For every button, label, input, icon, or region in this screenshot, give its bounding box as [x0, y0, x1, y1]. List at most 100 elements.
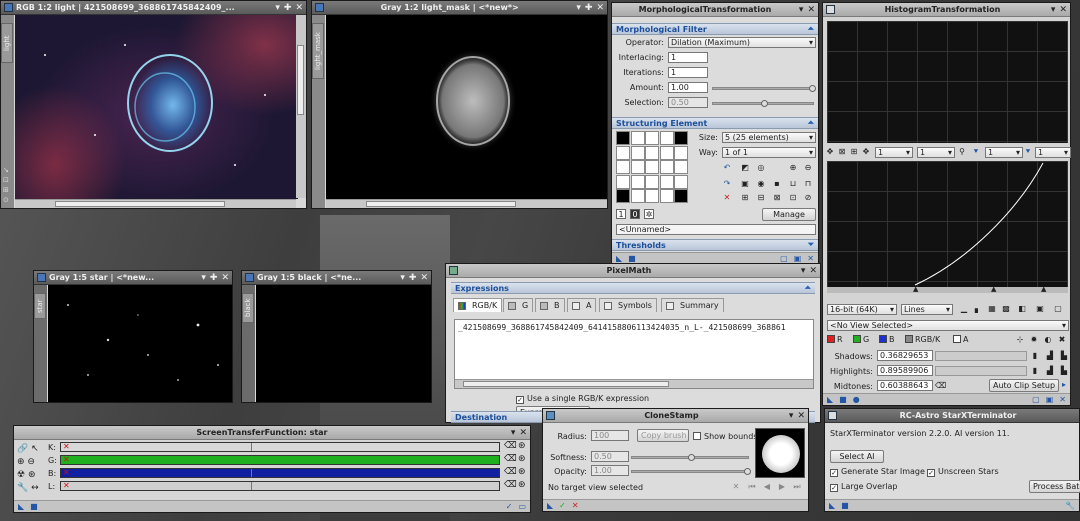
show-bounds-checkbox[interactable]: Show bounds	[693, 432, 758, 441]
shadows-clip-icon[interactable]: ▮	[1030, 351, 1040, 361]
set-icon[interactable]: ▣	[740, 179, 750, 189]
gradient-icon[interactable]: ◧	[1017, 304, 1027, 314]
zoom-out-icon[interactable]: ⊖	[27, 457, 35, 467]
structuring-cell[interactable]	[645, 189, 660, 204]
execute-icon[interactable]: ✓	[559, 501, 566, 510]
rotate-icon[interactable]: ⊓	[803, 179, 813, 189]
stf-auto-icon[interactable]: ⊛	[518, 467, 526, 477]
preview-icon[interactable]: ▢	[1032, 395, 1040, 404]
midtones-handle[interactable]: ▲	[991, 285, 996, 293]
midtone-marker[interactable]	[251, 469, 252, 477]
pointer-icon[interactable]: ↖	[31, 444, 39, 454]
point-icon[interactable]: ◉	[756, 179, 766, 189]
stf-channel-bar[interactable]: ✕	[60, 455, 500, 465]
structuring-cell[interactable]	[630, 145, 645, 160]
reset-channel-icon[interactable]: ✕	[63, 468, 70, 477]
copy-brush-button[interactable]: Copy brush	[637, 429, 689, 442]
close-icon[interactable]: ✕	[596, 3, 604, 13]
light-side-tab[interactable]: light	[1, 23, 13, 63]
close-icon[interactable]: ✕	[809, 266, 817, 276]
close-icon[interactable]: ✕	[1059, 5, 1067, 15]
structuring-cell[interactable]	[659, 174, 674, 189]
softness-input[interactable]: 0.50	[591, 451, 629, 462]
apply-global-icon[interactable]: ●	[853, 395, 860, 404]
midtone-slider-track[interactable]: ▲ ▲ ▲	[827, 285, 1068, 293]
black-titlebar[interactable]: Gray 1:5 black | <*ne... ▾ ✚ ✕	[242, 271, 431, 285]
stf-clear-icon[interactable]: ⌫	[504, 441, 517, 451]
midtone-marker[interactable]	[251, 456, 252, 464]
star-image[interactable]	[48, 285, 232, 402]
redo-icon[interactable]: ↷	[722, 179, 732, 189]
track-icon[interactable]: ▢	[1053, 304, 1063, 314]
crosshair-icon[interactable]: ⊹	[1015, 335, 1025, 345]
reset-channel-icon[interactable]: ✕	[63, 442, 70, 451]
zoom-in-icon[interactable]: ⊕	[17, 457, 25, 467]
light-mask-titlebar[interactable]: Gray 1:2 light_mask | <*new*> ▾ ✚ ✕	[312, 1, 607, 15]
pixelmath-titlebar[interactable]: PixelMath ▾ ✕	[446, 264, 820, 278]
invert-icon[interactable]: ◩	[740, 163, 750, 173]
highlights-slider[interactable]	[935, 366, 1027, 376]
auto-stretch-icon[interactable]: ☢	[17, 470, 25, 480]
stf-clear-icon[interactable]: ⌫	[504, 480, 517, 490]
structuring-cell[interactable]	[630, 160, 645, 175]
midtones-input[interactable]: 0.60388643	[877, 380, 933, 391]
reset-all-icon[interactable]: ✕	[1059, 395, 1066, 404]
light-vscroll[interactable]	[296, 15, 306, 198]
clear-icon[interactable]: ⊘	[803, 193, 813, 203]
circle-shape-icon[interactable]: ◎	[756, 163, 766, 173]
stf-auto-icon[interactable]: ⊛	[518, 441, 526, 451]
shade-icon[interactable]: ▾	[801, 266, 806, 276]
maximize-icon[interactable]: ✚	[585, 3, 593, 13]
zoom-y-select[interactable]: 1	[917, 147, 955, 158]
structuring-cell[interactable]	[674, 189, 689, 204]
clonestamp-titlebar[interactable]: CloneStamp ▾ ✕	[543, 409, 808, 423]
zoom-icon[interactable]: ⚲	[957, 147, 967, 157]
structuring-cell[interactable]	[659, 160, 674, 175]
close-icon[interactable]: ✕	[420, 273, 428, 283]
structuring-cell[interactable]	[630, 131, 645, 145]
clonestamp-window[interactable]: CloneStamp ▾ ✕ Radius: 100 Copy brush Sho…	[542, 408, 809, 512]
shade-icon[interactable]: ▾	[511, 428, 516, 438]
square-icon[interactable]: ▪	[772, 179, 782, 189]
stf-auto-icon[interactable]: ⊛	[518, 480, 526, 490]
new-instance-icon[interactable]: ◣	[547, 501, 553, 510]
light-mask-image[interactable]	[326, 15, 607, 199]
opacity-slider[interactable]	[631, 468, 751, 475]
structuring-grid[interactable]	[616, 131, 690, 205]
image-window-black[interactable]: Gray 1:5 black | <*ne... ▾ ✚ ✕ black	[241, 270, 432, 403]
reset-icon[interactable]: ▣	[794, 254, 802, 263]
plot-mode-select[interactable]: Lines	[901, 304, 953, 315]
structuring-cell[interactable]	[616, 160, 630, 175]
large-overlap-checkbox[interactable]: ✓ Large Overlap	[830, 482, 898, 492]
black-image[interactable]	[256, 285, 431, 402]
tab-a[interactable]: A	[567, 298, 597, 312]
structuring-cell[interactable]	[645, 160, 660, 175]
new-instance-icon[interactable]: ◣	[18, 502, 24, 511]
highlights-hist-icon[interactable]: ▟	[1045, 366, 1055, 376]
morph-titlebar[interactable]: MorphologicalTransformation ▾ ✕	[612, 3, 818, 17]
iterations-input[interactable]: 1	[668, 67, 708, 78]
light-titlebar[interactable]: RGB 1:2 light | 421508699_36886174584240…	[1, 1, 306, 15]
shade-icon[interactable]: ▾	[275, 3, 280, 13]
first-icon[interactable]: ⏮	[747, 482, 757, 492]
opacity-input[interactable]: 1.00	[591, 465, 629, 476]
new-instance-icon[interactable]: ◣	[829, 501, 835, 510]
ring-icon[interactable]: ⊡	[788, 193, 798, 203]
pixelmath-window[interactable]: PixelMath ▾ ✕ Expressions ⏶ RGB/K G B A Sy…	[445, 263, 821, 423]
channel-b-button[interactable]: B	[879, 335, 895, 344]
light-mask-hscroll[interactable]	[326, 199, 607, 208]
grid-icon[interactable]: ⊞	[849, 147, 859, 157]
next-icon[interactable]: ▶	[777, 482, 787, 492]
apply-icon[interactable]: ■	[30, 502, 38, 511]
new-instance-icon[interactable]: ◣	[616, 254, 622, 263]
structuring-cell[interactable]	[645, 145, 660, 160]
reset-icon[interactable]: ▣	[1046, 395, 1054, 404]
shadows-slider[interactable]	[935, 351, 1027, 361]
reset-icon[interactable]: ✖	[1057, 335, 1067, 345]
stf-clear-icon[interactable]: ⌫	[504, 467, 517, 477]
expressions-section[interactable]: Expressions ⏶	[451, 282, 815, 294]
prev-icon[interactable]: ◀	[762, 482, 772, 492]
black-side-tab[interactable]: black	[242, 293, 254, 323]
midtone-marker[interactable]	[251, 443, 252, 451]
range-icon[interactable]: ↔	[31, 483, 39, 493]
